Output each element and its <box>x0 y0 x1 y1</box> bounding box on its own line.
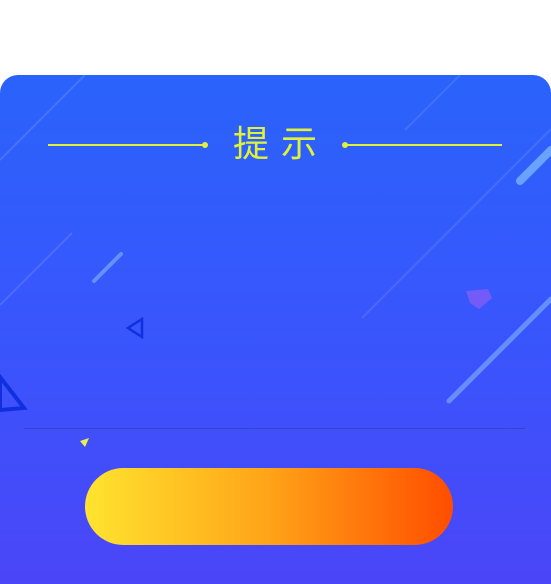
title-line-left <box>48 144 204 146</box>
dialog-header: 提示 <box>0 120 551 170</box>
yellow-triangle <box>80 438 89 447</box>
prompt-dialog: 提示 <box>0 75 551 584</box>
dialog-title: 提示 <box>232 124 329 165</box>
dialog-message <box>40 195 511 415</box>
confirm-button[interactable] <box>85 468 453 545</box>
title-line-right <box>346 144 502 146</box>
dialog-divider <box>24 428 525 429</box>
large-triangle-outline <box>0 373 28 413</box>
